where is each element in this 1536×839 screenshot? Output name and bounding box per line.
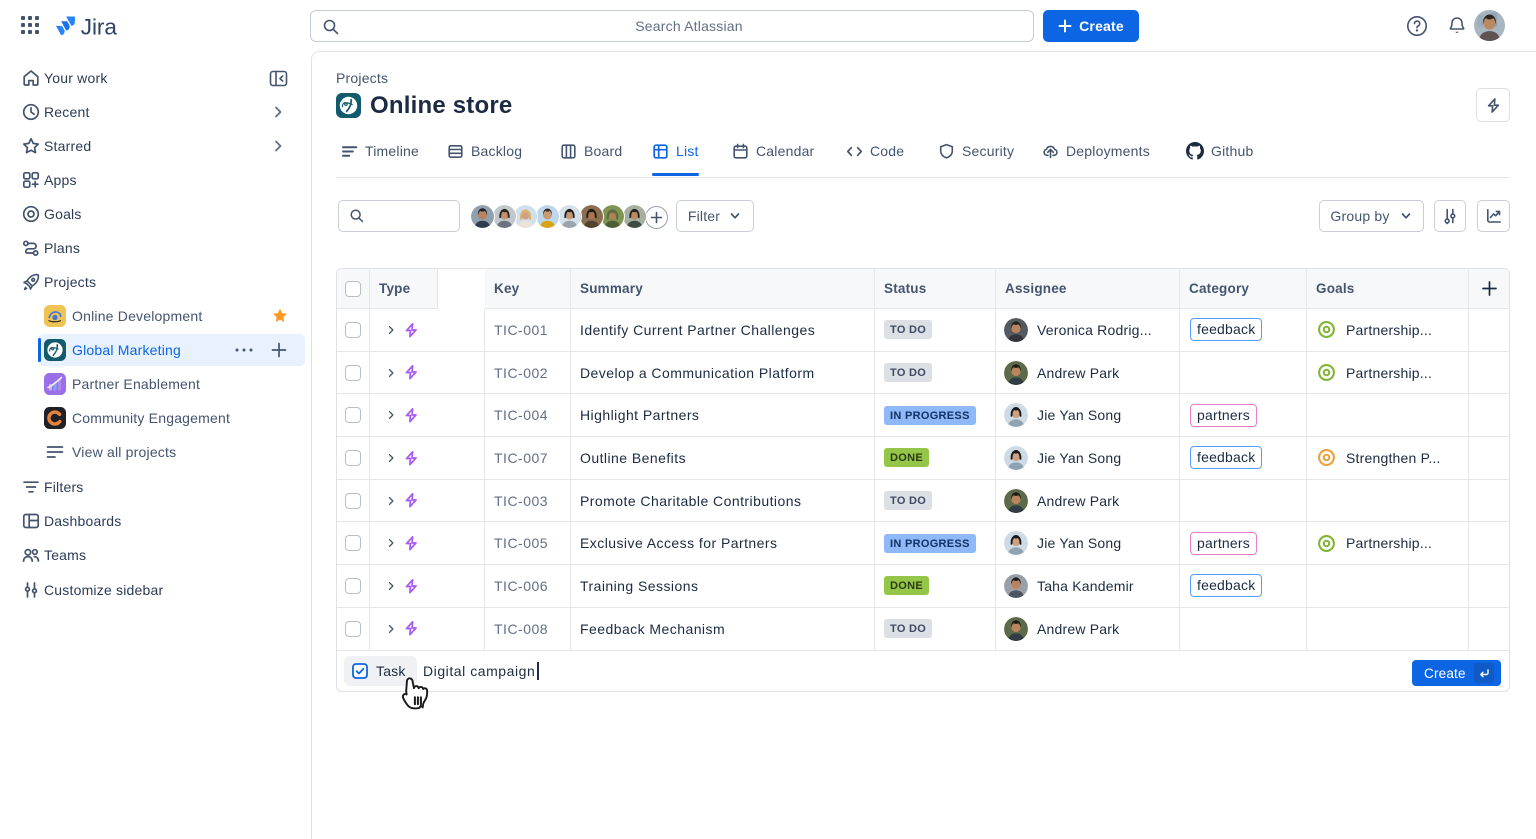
svg-text:Jira: Jira	[81, 15, 118, 39]
